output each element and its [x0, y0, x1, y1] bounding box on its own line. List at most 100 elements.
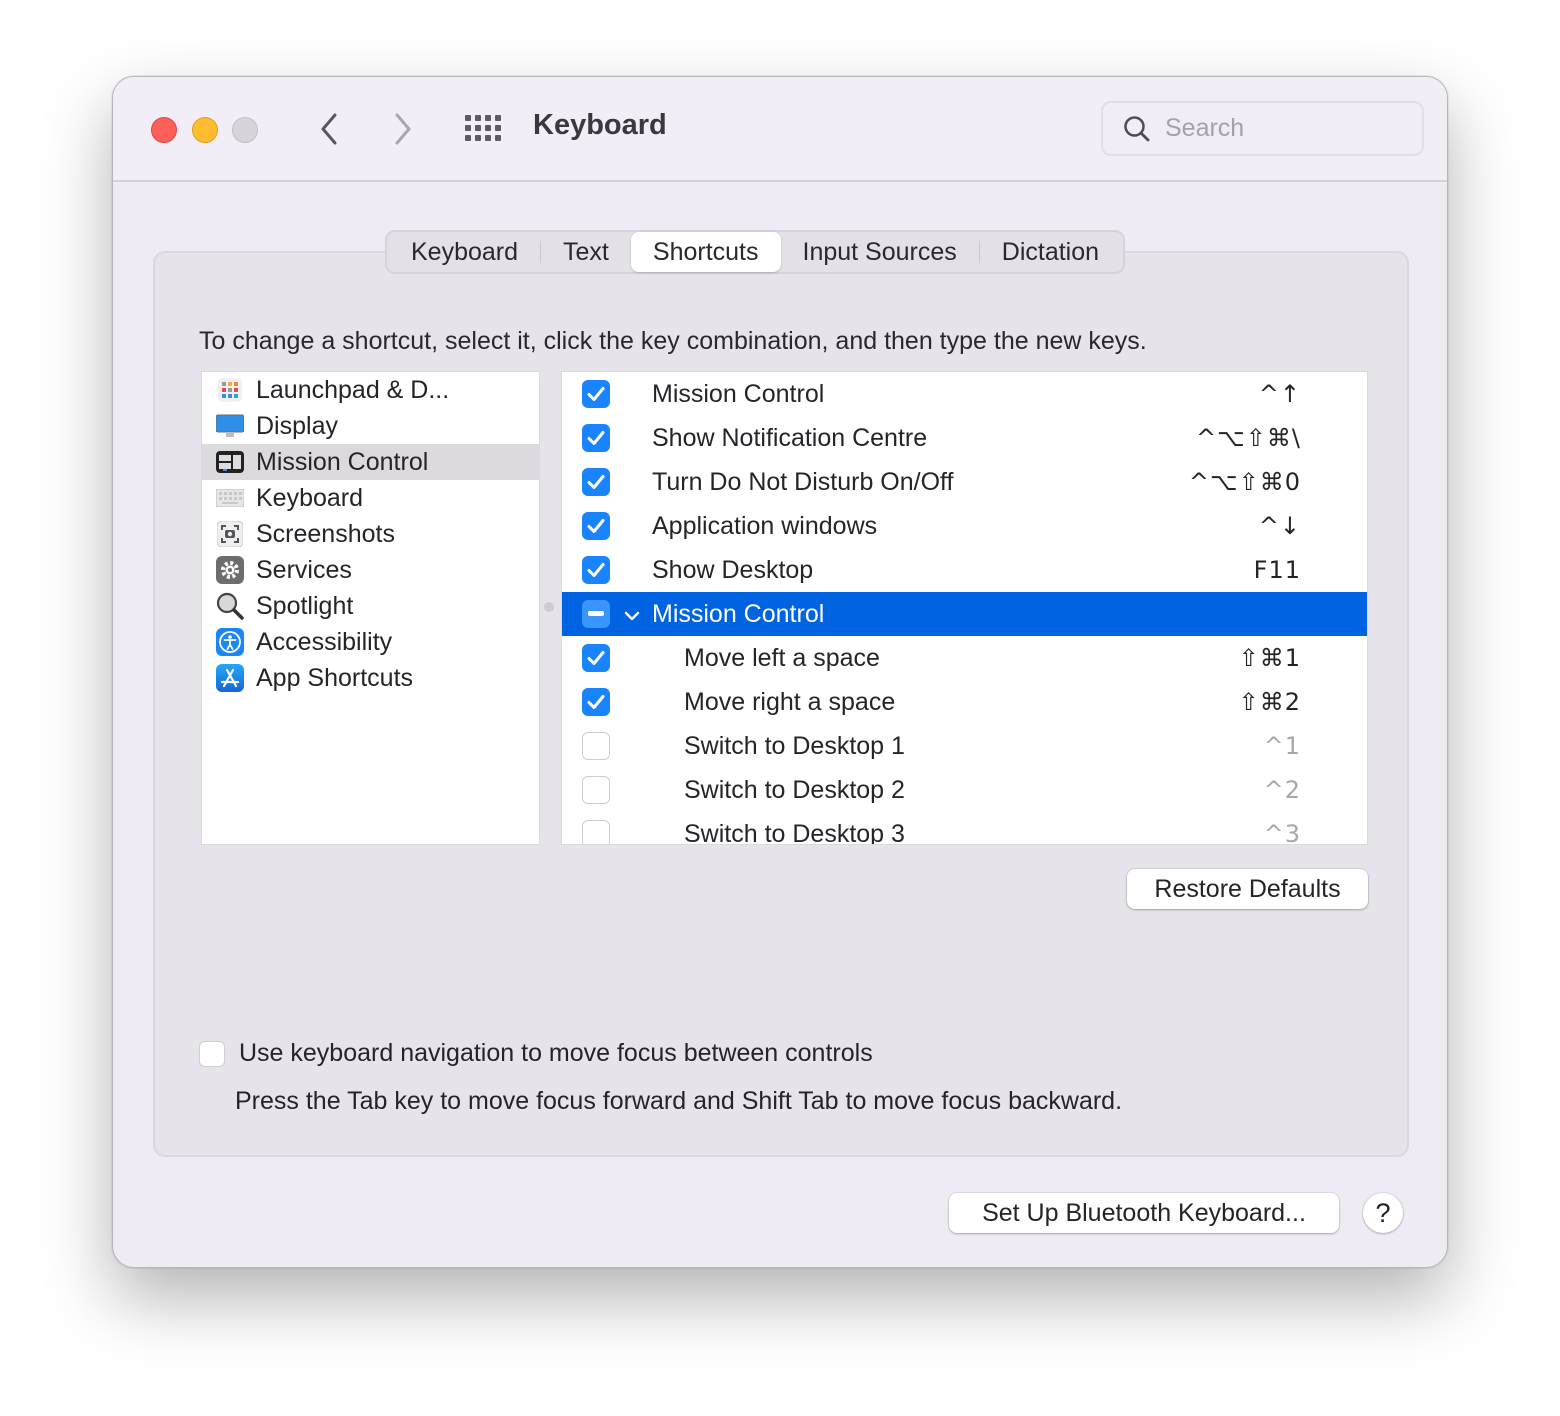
shortcut-label: Switch to Desktop 1 [684, 731, 905, 760]
shortcut-checkbox[interactable] [582, 468, 610, 496]
shortcut-checkbox[interactable] [582, 424, 610, 452]
app-store-icon [216, 664, 244, 692]
checkmark-icon [587, 431, 605, 445]
shortcut-keys[interactable]: ^↓ [1259, 512, 1301, 540]
back-button[interactable] [309, 107, 349, 151]
category-label: App Shortcuts [256, 663, 414, 692]
checkmark-icon [587, 387, 605, 401]
category-services[interactable]: Services [202, 552, 539, 588]
tab-dictation[interactable]: Dictation [980, 232, 1121, 272]
title-bar: Keyboard [113, 77, 1447, 182]
chevron-left-icon [321, 113, 337, 145]
shortcut-label: Turn Do Not Disturb On/Off [652, 467, 954, 496]
category-launchpad[interactable]: Launchpad & D... [202, 372, 539, 408]
category-label: Screenshots [256, 519, 395, 548]
grid-dot [465, 125, 471, 131]
shortcut-keys[interactable]: ^⌥⇧⌘0 [1189, 468, 1301, 496]
shortcut-row[interactable]: Application windows ^↓ [562, 504, 1367, 548]
shortcut-label: Mission Control [652, 599, 825, 628]
checkmark-icon [587, 563, 605, 577]
restore-defaults-button[interactable]: Restore Defaults [1127, 869, 1368, 909]
shortcut-checkbox[interactable] [582, 732, 610, 760]
grid-dot [495, 135, 501, 141]
shortcut-keys[interactable]: ⇧⌘2 [1239, 688, 1301, 716]
tab-shortcuts[interactable]: Shortcuts [630, 232, 781, 272]
category-label: Services [256, 555, 352, 584]
category-label: Accessibility [256, 627, 393, 656]
pane-splitter[interactable] [544, 602, 554, 612]
category-app-shortcuts[interactable]: App Shortcuts [202, 660, 539, 696]
shortcut-row[interactable]: Mission Control ^↑ [562, 372, 1367, 416]
shortcut-label: Mission Control [652, 379, 825, 408]
show-all-button[interactable] [465, 113, 503, 143]
shortcut-checkbox[interactable] [582, 556, 610, 584]
category-label: Keyboard [256, 483, 364, 512]
shortcut-row[interactable]: Move right a space ⇧⌘2 [562, 680, 1367, 724]
search-input[interactable] [1165, 114, 1405, 143]
category-label: Launchpad & D... [256, 375, 450, 404]
grid-dot [475, 115, 481, 121]
shortcut-checkbox[interactable] [582, 512, 610, 540]
shortcut-row[interactable]: Show Notification Centre ^⌥⇧⌘\ [562, 416, 1367, 460]
tab-text[interactable]: Text [541, 232, 631, 272]
shortcut-row[interactable]: Move left a space ⇧⌘1 [562, 636, 1367, 680]
category-spotlight[interactable]: Spotlight [202, 588, 539, 624]
shortcut-keys[interactable]: ^⌥⇧⌘\ [1196, 424, 1301, 452]
shortcut-keys[interactable]: ^1 [1264, 732, 1301, 760]
forward-button[interactable] [383, 107, 423, 151]
tab-keyboard[interactable]: Keyboard [389, 232, 540, 272]
help-button[interactable]: ? [1363, 1193, 1403, 1233]
category-label: Display [256, 411, 338, 440]
shortcut-keys[interactable]: ^3 [1264, 820, 1301, 844]
category-display[interactable]: Display [202, 408, 539, 444]
shortcut-row[interactable]: Switch to Desktop 2 ^2 [562, 768, 1367, 812]
category-keyboard[interactable]: Keyboard [202, 480, 539, 516]
keyboard-navigation-hint: Press the Tab key to move focus forward … [235, 1087, 1123, 1115]
grid-dot [465, 115, 471, 121]
shortcut-checkbox[interactable] [582, 380, 610, 408]
shortcut-checkbox[interactable] [582, 644, 610, 672]
minimize-button[interactable] [192, 117, 218, 143]
shortcut-keys[interactable]: ^2 [1264, 776, 1301, 804]
display-icon [216, 412, 244, 440]
grid-dot [475, 135, 481, 141]
tab-input-sources[interactable]: Input Sources [781, 232, 979, 272]
grid-dot [485, 125, 491, 131]
shortcut-checkbox[interactable] [582, 688, 610, 716]
shortcut-checkbox[interactable] [582, 776, 610, 804]
shortcut-row[interactable]: Show Desktop F11 [562, 548, 1367, 592]
zoom-button[interactable] [232, 117, 258, 143]
shortcut-checkbox[interactable] [582, 600, 610, 628]
checkmark-icon [587, 519, 605, 533]
shortcut-row[interactable]: Switch to Desktop 3 ^3 [562, 812, 1367, 844]
shortcut-keys[interactable]: ⇧⌘1 [1239, 644, 1301, 672]
mission-control-icon [216, 448, 244, 476]
shortcut-group-row[interactable]: Mission Control [562, 592, 1367, 636]
setup-bluetooth-keyboard-button[interactable]: Set Up Bluetooth Keyboard... [949, 1193, 1339, 1233]
shortcut-row[interactable]: Switch to Desktop 1 ^1 [562, 724, 1367, 768]
disclosure-chevron-down-icon[interactable] [624, 600, 640, 629]
category-mission-control[interactable]: Mission Control [202, 444, 539, 480]
screenshot-icon [216, 520, 244, 548]
keyboard-navigation-option[interactable]: Use keyboard navigation to move focus be… [199, 1039, 873, 1068]
close-button[interactable] [151, 117, 177, 143]
checkmark-icon [587, 475, 605, 489]
preferences-window: Keyboard Keyboard Text Shortcuts Input S… [112, 76, 1448, 1268]
shortcut-label: Switch to Desktop 2 [684, 775, 905, 804]
shortcut-row[interactable]: Turn Do Not Disturb On/Off ^⌥⇧⌘0 [562, 460, 1367, 504]
help-icon: ? [1375, 1197, 1391, 1228]
grid-dot [465, 135, 471, 141]
shortcut-checkbox[interactable] [582, 820, 610, 844]
category-list: Launchpad & D... Display Mission Control… [201, 371, 540, 845]
shortcut-label: Move right a space [684, 687, 896, 716]
checkmark-icon [587, 651, 605, 665]
shortcut-keys[interactable]: ^↑ [1259, 380, 1301, 408]
shortcut-keys[interactable]: F11 [1254, 556, 1301, 584]
instructions-text: To change a shortcut, select it, click t… [199, 327, 1147, 355]
search-field[interactable] [1101, 101, 1424, 156]
keyboard-navigation-checkbox[interactable] [199, 1040, 225, 1067]
category-screenshots[interactable]: Screenshots [202, 516, 539, 552]
grid-dot [475, 125, 481, 131]
grid-dot [495, 125, 501, 131]
category-accessibility[interactable]: Accessibility [202, 624, 539, 660]
